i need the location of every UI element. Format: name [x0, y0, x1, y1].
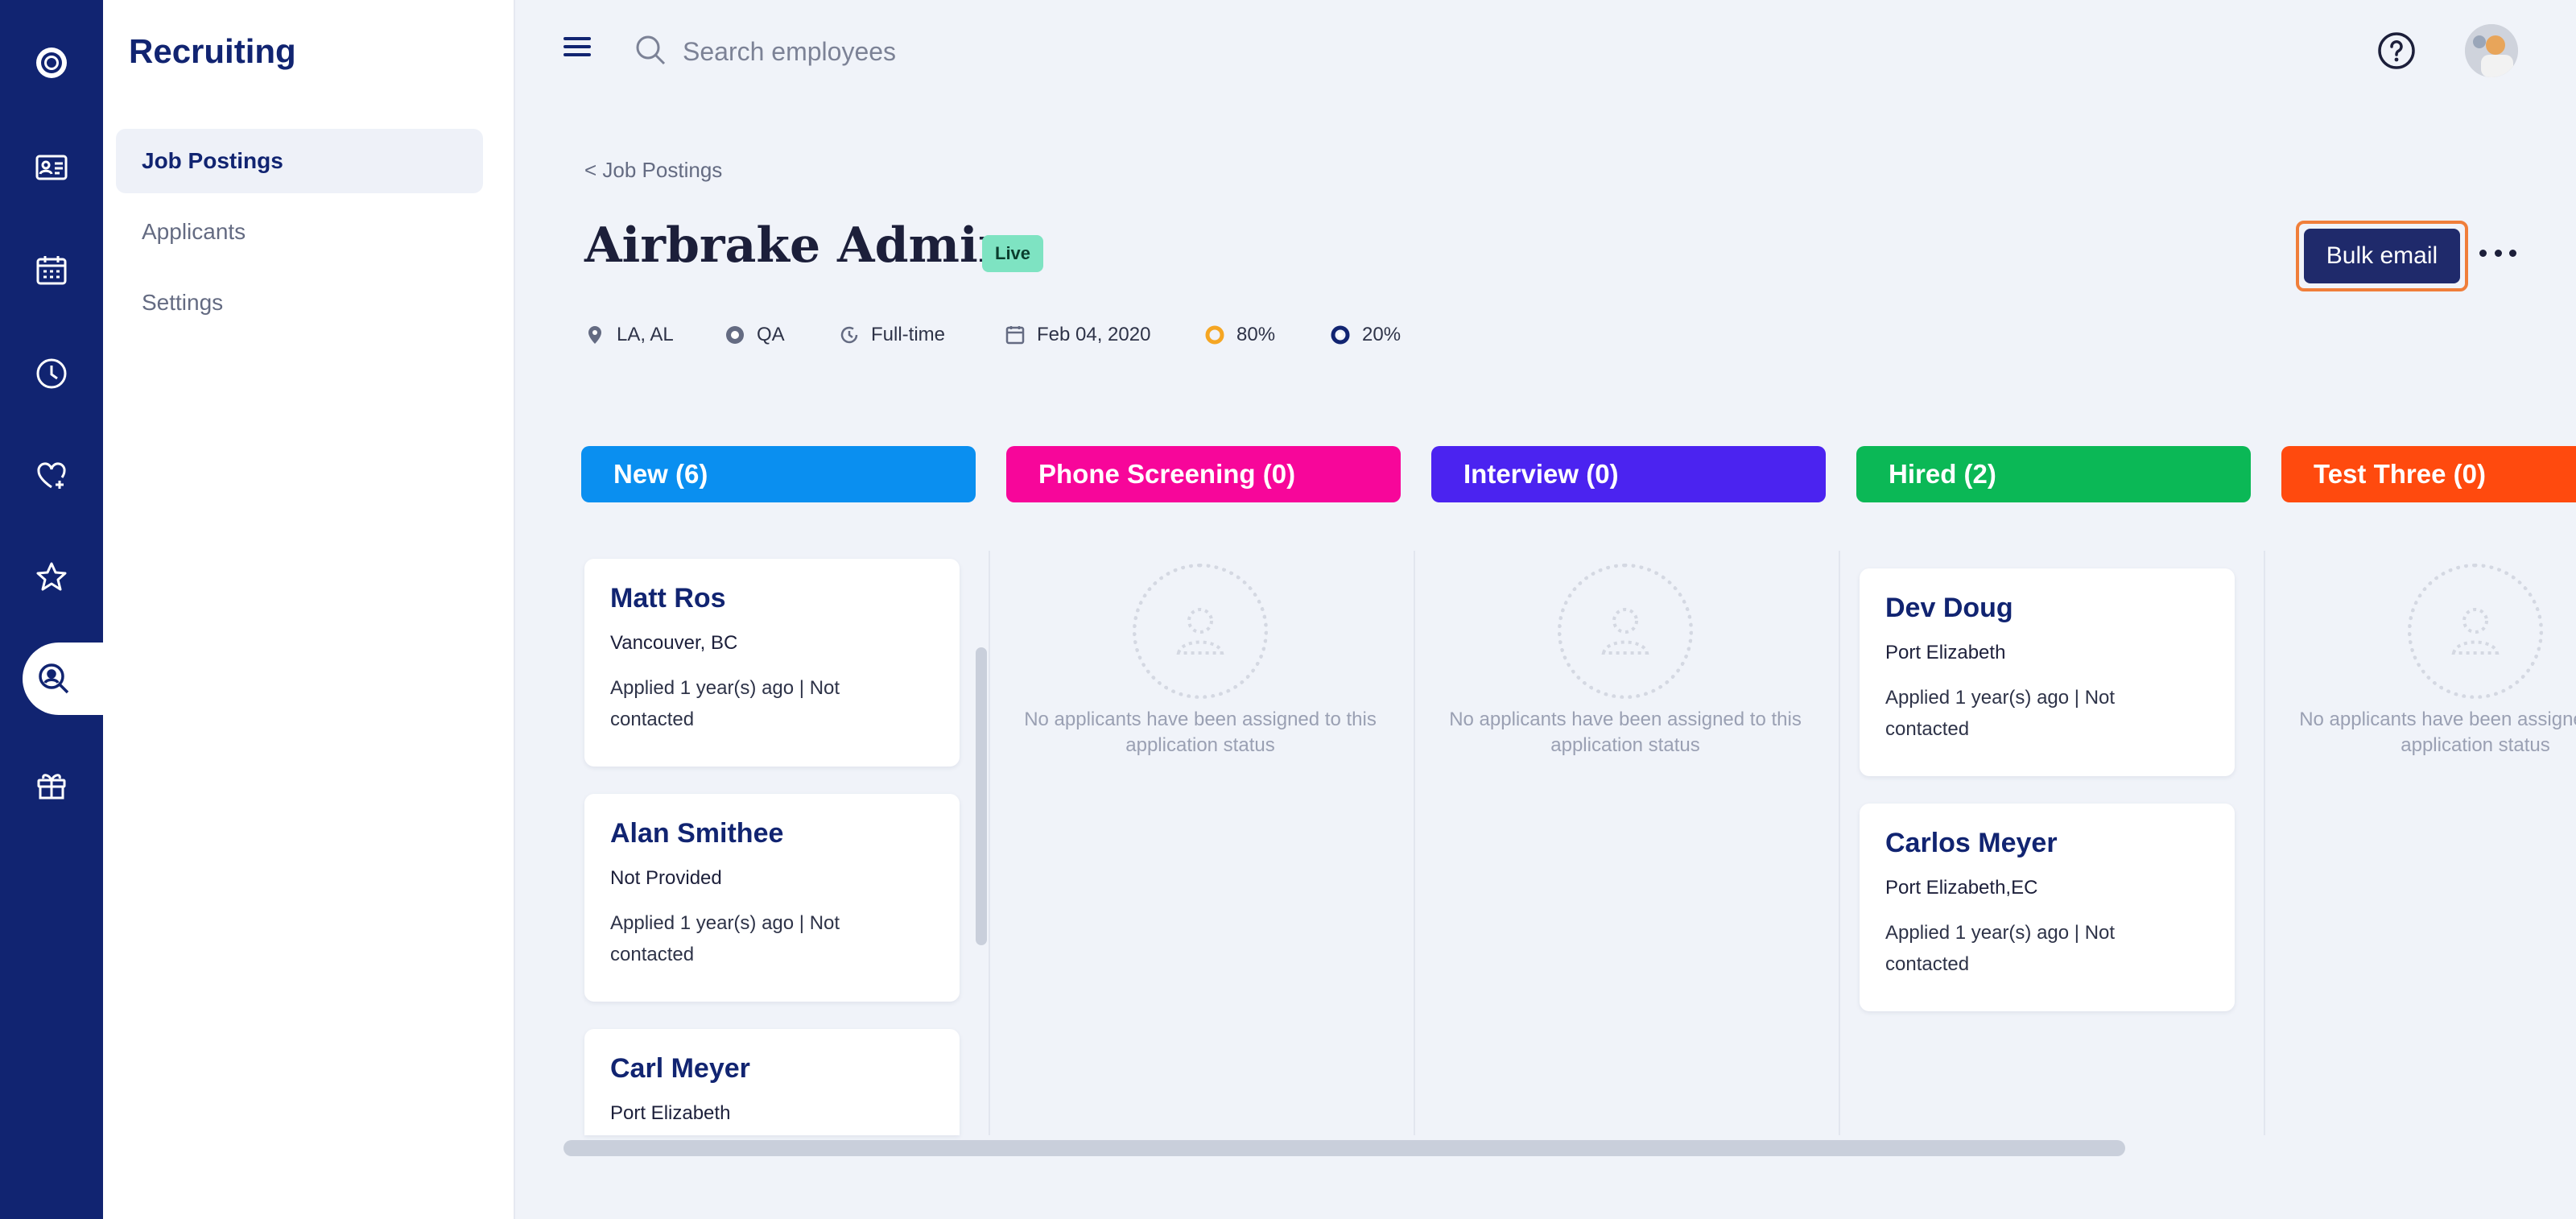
applicant-location: Vancouver, BC: [610, 632, 738, 654]
applicant-name[interactable]: Alan Smithee: [610, 818, 934, 849]
recruiting-icon[interactable]: [23, 643, 103, 715]
applicant-card[interactable]: Matt Ros Vancouver, BC Applied 1 year(s)…: [584, 559, 960, 767]
gift-icon[interactable]: [0, 749, 103, 821]
page-title: Airbrake Admin: [584, 217, 1013, 274]
department-text: QA: [757, 324, 785, 345]
sidebar-item-job-postings[interactable]: Job Postings: [116, 129, 483, 193]
meta-employment-type: Full-time: [839, 319, 945, 351]
applicant-status: Applied 1 year(s) ago | Not contacted: [1885, 687, 2116, 740]
applicant-card[interactable]: Carl Meyer Port Elizabeth: [584, 1029, 960, 1135]
meta-date: Feb 04, 2020: [1005, 319, 1150, 351]
search-icon: [636, 35, 666, 65]
empty-state-text: No applicants have been assigned to this…: [2299, 709, 2576, 756]
empty-state-phone-screening: No applicants have been assigned to this…: [1003, 564, 1397, 758]
status-badge: Live: [982, 235, 1044, 272]
id-card-icon[interactable]: [0, 131, 103, 204]
applicant-card[interactable]: Dev Doug Port Elizabeth Applied 1 year(s…: [1860, 568, 2235, 776]
employment-type-text: Full-time: [871, 324, 946, 345]
employment-type-icon: [840, 326, 858, 344]
star-icon[interactable]: [0, 541, 103, 614]
heart-icon[interactable]: [0, 440, 103, 512]
meta-percent-a: 80%: [1204, 319, 1275, 351]
applicant-name[interactable]: Matt Ros: [610, 583, 934, 614]
column-divider: [1414, 551, 1415, 1135]
column-divider: [989, 551, 990, 1135]
empty-avatar-icon: [1558, 564, 1693, 699]
empty-state-text: No applicants have been assigned to this…: [1449, 709, 1802, 756]
calendar-small-icon: [1005, 326, 1025, 345]
percent-a-text: 80%: [1236, 324, 1276, 345]
column-header-test-three[interactable]: Test Three (0): [2281, 446, 2576, 502]
secondary-sidebar: Recruiting Job Postings Applicants Setti…: [103, 0, 515, 1219]
applicant-card[interactable]: Alan Smithee Not Provided Applied 1 year…: [584, 794, 960, 1002]
column-scrollbar[interactable]: [976, 647, 987, 945]
column-header-new[interactable]: New (6): [581, 446, 976, 502]
empty-state-test-three: No applicants have been assigned to this…: [2278, 564, 2576, 758]
column-header-interview[interactable]: Interview (0): [1431, 446, 1826, 502]
calendar-icon[interactable]: [0, 234, 103, 307]
sidebar-item-applicants[interactable]: Applicants: [116, 200, 483, 264]
more-options-icon[interactable]: [2479, 242, 2516, 264]
applicant-card[interactable]: Carlos Meyer Port Elizabeth,EC Applied 1…: [1860, 804, 2235, 1011]
empty-state-interview: No applicants have been assigned to this…: [1428, 564, 1823, 758]
avatar[interactable]: [2465, 24, 2518, 77]
location-pin-icon: [588, 326, 601, 344]
applicant-location: Port Elizabeth,EC: [1885, 877, 2038, 899]
bulk-email-button[interactable]: Bulk email: [2304, 229, 2460, 283]
column-header-phone-screening[interactable]: Phone Screening (0): [1006, 446, 1401, 502]
sidebar-item-settings[interactable]: Settings: [116, 271, 483, 335]
meta-percent-b: 20%: [1330, 319, 1401, 351]
applicant-name[interactable]: Carlos Meyer: [1885, 828, 2209, 859]
percent-b-text: 20%: [1362, 324, 1402, 345]
clock-icon[interactable]: [0, 337, 103, 410]
column-header-hired[interactable]: Hired (2): [1856, 446, 2251, 502]
column-divider: [2264, 551, 2265, 1135]
empty-state-text: No applicants have been assigned to this…: [1024, 709, 1377, 756]
location-text: LA, AL: [617, 324, 674, 345]
applicant-status: Applied 1 year(s) ago | Not contacted: [1885, 922, 2116, 975]
applicant-location: Not Provided: [610, 867, 722, 889]
applicant-status: Applied 1 year(s) ago | Not contacted: [610, 912, 840, 965]
applicant-location: Port Elizabeth: [1885, 642, 2006, 663]
orange-ring-icon: [1205, 325, 1224, 345]
hamburger-menu-icon[interactable]: [564, 37, 591, 64]
date-text: Feb 04, 2020: [1037, 324, 1151, 345]
search-input[interactable]: [683, 29, 1246, 74]
bulk-email-highlight: Bulk email: [2296, 221, 2468, 291]
help-icon[interactable]: [2376, 31, 2417, 71]
empty-avatar-icon: [1133, 564, 1268, 699]
applicant-name[interactable]: Carl Meyer: [610, 1053, 934, 1085]
blue-ring-icon: [1331, 325, 1350, 345]
column-divider: [1839, 551, 1840, 1135]
board-horizontal-scrollbar[interactable]: [564, 1140, 2125, 1156]
department-icon: [726, 326, 744, 344]
sidebar-title: Recruiting: [129, 32, 296, 70]
meta-department: QA: [724, 319, 785, 351]
empty-avatar-icon: [2408, 564, 2543, 699]
icon-rail: [0, 0, 103, 1219]
breadcrumb[interactable]: < Job Postings: [584, 158, 722, 183]
applicant-location: Port Elizabeth: [610, 1102, 731, 1124]
logo-icon[interactable]: [0, 27, 103, 99]
applicant-status: Applied 1 year(s) ago | Not contacted: [610, 677, 840, 730]
meta-location: LA, AL: [584, 319, 674, 351]
applicant-name[interactable]: Dev Doug: [1885, 593, 2209, 624]
